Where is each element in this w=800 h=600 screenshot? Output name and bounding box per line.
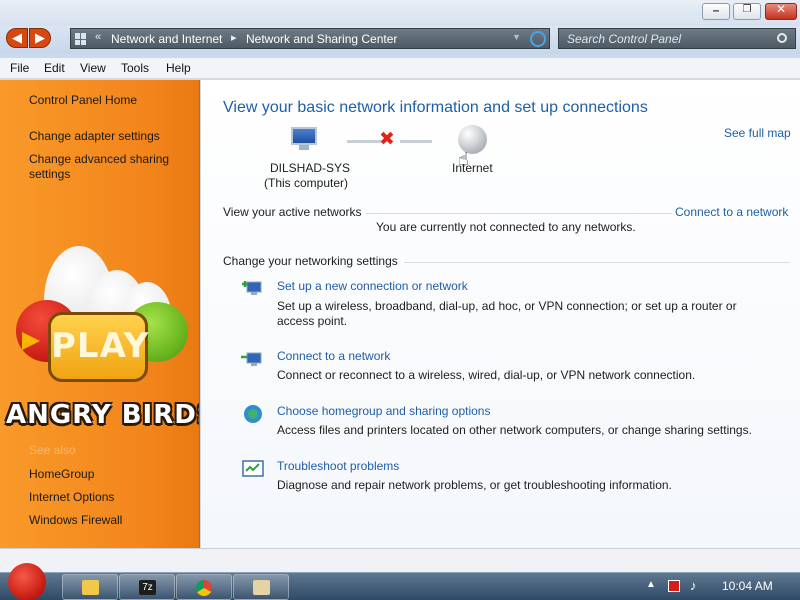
page-title: View your basic network information and … — [223, 99, 648, 116]
task-troubleshoot: Troubleshoot problems Diagnose and repai… — [277, 459, 777, 493]
menu-file[interactable]: File — [10, 61, 29, 75]
connect-network-icon — [241, 349, 265, 369]
not-connected-message: You are currently not connected to any n… — [376, 220, 636, 234]
clock[interactable]: 10:04 AM — [722, 579, 773, 593]
connect-to-network-link[interactable]: Connect to a network — [675, 205, 788, 219]
sidebar-change-adapter-settings[interactable]: Change adapter settings — [29, 129, 160, 144]
breadcrumb-overflow-chevron[interactable]: « — [95, 31, 101, 43]
menu-tools[interactable]: Tools — [121, 61, 149, 75]
explorer-icon — [82, 580, 99, 595]
new-connection-icon — [241, 278, 265, 298]
connection-line-left — [347, 140, 381, 143]
search-input[interactable]: Search Control Panel — [558, 28, 796, 49]
minimize-button[interactable] — [702, 3, 730, 20]
navigation-bar: « Network and Internet ▸ Network and Sha… — [0, 26, 800, 54]
taskbar-paint[interactable] — [233, 574, 289, 600]
sidebar-internet-options[interactable]: Internet Options — [29, 490, 114, 505]
menu-help[interactable]: Help — [166, 61, 191, 75]
internet-label: Internet — [452, 161, 493, 175]
angry-birds-logo: ANGRY BIRDS — [6, 400, 200, 430]
taskbar-7zip[interactable]: 7z — [119, 574, 175, 600]
control-panel-icon — [75, 33, 87, 45]
change-settings-label: Change your networking settings — [223, 254, 398, 268]
back-button[interactable] — [6, 28, 28, 48]
angry-birds-wallpaper-image: PLAY ANGRY BIRDS — [4, 240, 200, 452]
task-homegroup: Choose homegroup and sharing options Acc… — [277, 404, 777, 438]
computer-name-label: DILSHAD-SYS — [270, 161, 351, 175]
disconnected-x-icon: ✖ — [379, 129, 395, 150]
homegroup-link[interactable]: Choose homegroup and sharing options — [277, 404, 777, 418]
close-button[interactable] — [765, 2, 797, 20]
breadcrumb-network-and-sharing-center[interactable]: Network and Sharing Center — [246, 32, 397, 46]
address-bar[interactable]: « Network and Internet ▸ Network and Sha… — [70, 28, 550, 49]
taskbar-chrome[interactable] — [176, 574, 232, 600]
sidebar-windows-firewall[interactable]: Windows Firewall — [29, 513, 122, 528]
connect-network-description: Connect or reconnect to a wireless, wire… — [277, 368, 696, 382]
homegroup-description: Access files and printers located on oth… — [277, 423, 752, 437]
address-dropdown-icon[interactable]: ▼ — [512, 32, 521, 42]
window-title-bar — [0, 0, 800, 26]
sidebar-control-panel-home[interactable]: Control Panel Home — [29, 93, 137, 108]
sidebar-change-advanced-sharing-settings[interactable]: Change advanced sharing settings — [29, 152, 179, 182]
breadcrumb-network-and-internet[interactable]: Network and Internet — [111, 32, 222, 46]
setup-connection-description: Set up a wireless, broadband, dial-up, a… — [277, 299, 737, 328]
see-also-heading: See also — [29, 443, 76, 457]
taskbar: 7z ▲ ♪ 10:04 AM — [0, 563, 800, 600]
sidebar: Control Panel Home Change adapter settin… — [0, 80, 200, 548]
show-hidden-icons-icon[interactable]: ▲ — [646, 579, 656, 590]
troubleshoot-icon — [241, 459, 265, 479]
task-setup-connection: Set up a new connection or network Set u… — [277, 279, 777, 329]
menu-view[interactable]: View — [80, 61, 106, 75]
play-badge: PLAY — [48, 312, 148, 382]
menu-bar: File Edit View Tools Help — [0, 58, 800, 79]
homegroup-icon — [241, 404, 265, 424]
network-alert-icon[interactable] — [668, 580, 680, 592]
forward-button[interactable] — [29, 28, 51, 48]
search-placeholder: Search Control Panel — [567, 32, 682, 46]
search-icon[interactable] — [777, 33, 787, 43]
connection-line-right — [400, 140, 432, 143]
this-computer-caption: (This computer) — [264, 176, 349, 190]
menu-edit[interactable]: Edit — [44, 61, 65, 75]
task-connect-network: Connect to a network Connect or reconnec… — [277, 349, 777, 383]
taskbar-explorer[interactable] — [62, 574, 118, 600]
divider — [366, 213, 672, 214]
start-button-angry-bird-icon[interactable] — [8, 563, 46, 600]
connect-network-link[interactable]: Connect to a network — [277, 349, 777, 363]
paint-icon — [253, 580, 270, 595]
breadcrumb-separator[interactable]: ▸ — [231, 31, 237, 44]
chrome-icon — [196, 580, 212, 596]
7zip-icon: 7z — [139, 580, 156, 595]
see-full-map-link[interactable]: See full map — [724, 126, 791, 140]
active-networks-label: View your active networks — [223, 205, 362, 219]
restore-button[interactable] — [733, 3, 761, 20]
troubleshoot-description: Diagnose and repair network problems, or… — [277, 478, 672, 492]
computer-icon[interactable] — [289, 127, 319, 151]
status-bar — [0, 548, 800, 572]
troubleshoot-link[interactable]: Troubleshoot problems — [277, 459, 777, 473]
main-content: View your basic network information and … — [201, 80, 800, 548]
volume-icon[interactable]: ♪ — [690, 578, 697, 593]
sidebar-homegroup[interactable]: HomeGroup — [29, 467, 94, 482]
setup-connection-link[interactable]: Set up a new connection or network — [277, 279, 777, 293]
divider — [404, 262, 790, 263]
refresh-icon[interactable] — [530, 31, 546, 47]
